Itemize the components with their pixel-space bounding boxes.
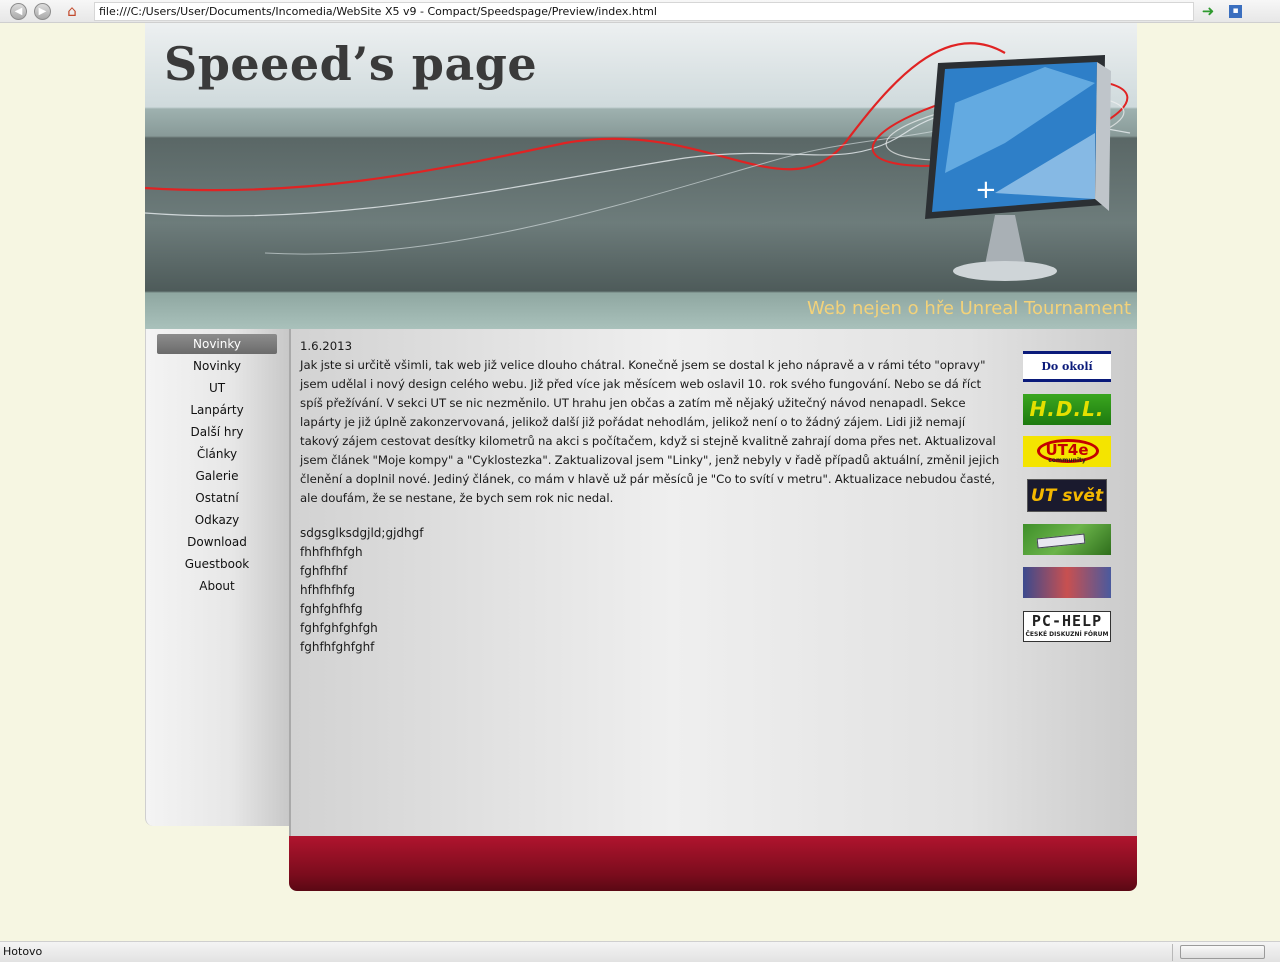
- menu-item-ostatni[interactable]: Ostatní: [157, 488, 277, 508]
- site-tagline: Web nejen o hře Unreal Tournament: [807, 298, 1131, 319]
- site-title: Speeed’s page: [164, 37, 538, 91]
- text-line: fghfghfhfg: [300, 602, 363, 616]
- sidebar-menu: Novinky Novinky UT Lanpárty Další hry Čl…: [145, 329, 289, 826]
- menu-item-dalsi-hry[interactable]: Další hry: [157, 422, 277, 442]
- menu-item-download[interactable]: Download: [157, 532, 277, 552]
- banner-portal-image[interactable]: [1023, 567, 1111, 598]
- banner-ut4e[interactable]: UT4e community: [1023, 436, 1111, 467]
- browser-toolbar: ◀ ▶ ⌂ file:///C:/Users/User/Documents/In…: [0, 0, 1280, 23]
- go-arrow-icon[interactable]: ➜: [1198, 2, 1218, 21]
- menu-item-guestbook[interactable]: Guestbook: [157, 554, 277, 574]
- text-line: hfhfhfhfg: [300, 583, 355, 597]
- article-text: Jak jste si určitě všimli, tak web již v…: [300, 358, 1000, 505]
- text-line: sdgsglksdgjld;gjdhgf: [300, 526, 424, 540]
- site-header: + Speeed’s page Web nejen o hře Unreal T…: [145, 23, 1137, 329]
- menu-item-about[interactable]: About: [157, 576, 277, 596]
- menu-item-novinky-active[interactable]: Novinky: [157, 334, 277, 354]
- menu-item-galerie[interactable]: Galerie: [157, 466, 277, 486]
- article-date: 1.6.2013: [300, 339, 353, 353]
- pc-help-logo-text: PC-HELP: [1031, 612, 1103, 630]
- menu-item-clanky[interactable]: Články: [157, 444, 277, 464]
- home-icon[interactable]: ⌂: [62, 2, 82, 21]
- text-line: fghfhfhf: [300, 564, 348, 578]
- menu-item-odkazy[interactable]: Odkazy: [157, 510, 277, 530]
- ut4e-logo-subtext: community: [1048, 457, 1086, 464]
- svg-text:+: +: [975, 175, 997, 205]
- banner-bus-image[interactable]: [1023, 524, 1111, 555]
- status-progress-bar: [1180, 945, 1265, 959]
- page-footer: [289, 836, 1137, 891]
- menu-item-lanparty[interactable]: Lanpárty: [157, 400, 277, 420]
- text-line: fhhfhfhfgh: [300, 545, 363, 559]
- banner-ut-svet[interactable]: UT svět: [1027, 479, 1107, 512]
- address-bar[interactable]: file:///C:/Users/User/Documents/Incomedi…: [94, 2, 1194, 21]
- banner-do-okoli-prahy[interactable]: Do okolí Prahy: [1023, 351, 1111, 382]
- text-line: fghfghfghfgh: [300, 621, 378, 635]
- banner-pc-help[interactable]: PC-HELP ČESKÉ DISKUZNÍ FÓRUM: [1023, 611, 1111, 642]
- news-article: 1.6.2013 Jak jste si určitě všimli, tak …: [300, 337, 1006, 508]
- forward-icon[interactable]: ▶: [34, 3, 51, 20]
- menu-item-novinky[interactable]: Novinky: [157, 356, 277, 376]
- status-text: Hotovo: [3, 945, 43, 958]
- text-line: fghfhfghfghf: [300, 640, 375, 654]
- article-extra-lines: sdgsglksdgjld;gjdhgf fhhfhfhfgh fghfhfhf…: [300, 524, 600, 657]
- banner-hdl[interactable]: H.D.L.: [1023, 394, 1111, 425]
- back-icon[interactable]: ◀: [10, 3, 27, 20]
- menu-item-ut[interactable]: UT: [157, 378, 277, 398]
- page-menu-icon[interactable]: ▪: [1229, 5, 1242, 18]
- pc-help-subtext: ČESKÉ DISKUZNÍ FÓRUM: [1025, 631, 1109, 638]
- status-divider: [1172, 944, 1173, 961]
- browser-status-bar: Hotovo: [0, 941, 1280, 962]
- bus-icon: [1036, 533, 1086, 549]
